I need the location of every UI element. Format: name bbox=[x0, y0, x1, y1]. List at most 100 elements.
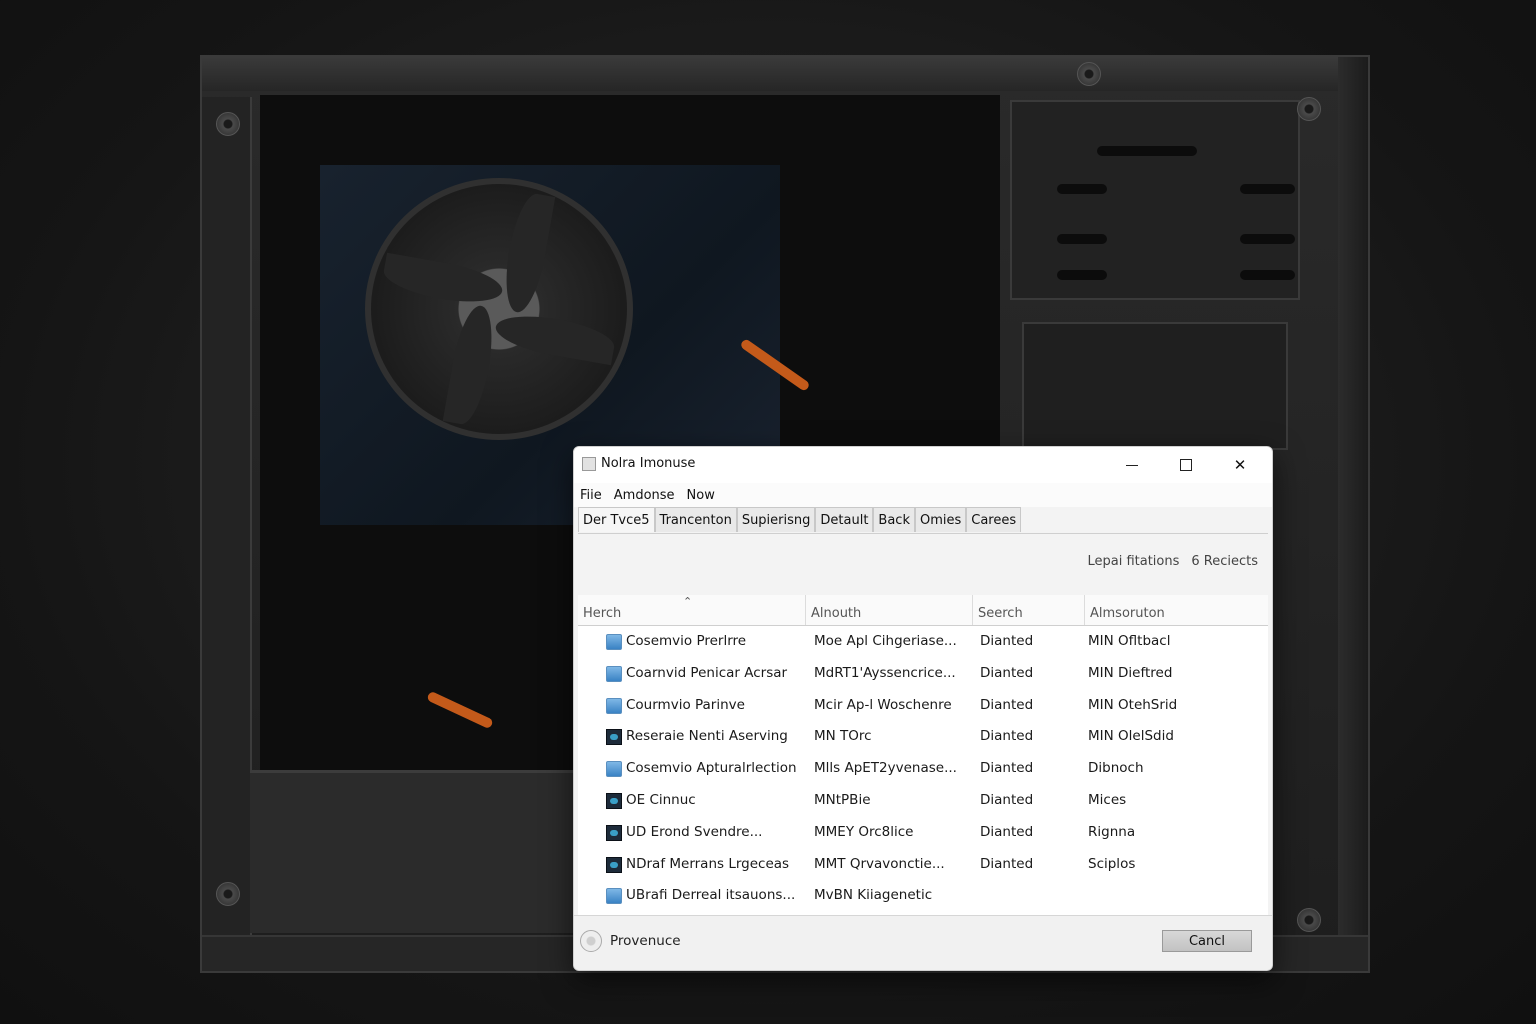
row-name: Courmvio Parinve bbox=[626, 696, 745, 713]
row-alnouth: MMT Qrvavonctie... bbox=[814, 855, 945, 872]
row-almsoruton: MIN OtehSrid bbox=[1088, 696, 1178, 713]
blue-app-icon bbox=[606, 634, 622, 650]
row-almsoruton: MIN OlelSdid bbox=[1088, 728, 1174, 745]
case-left-panel bbox=[202, 97, 252, 941]
case-top-panel bbox=[202, 57, 1338, 91]
table-row[interactable]: Coarnvid Penicar Acrsar MdRT1'Ayssencric… bbox=[578, 658, 1268, 690]
column-header-almsoruton[interactable]: Almsoruton bbox=[1085, 595, 1268, 625]
table-row[interactable]: UD Erond Svendre... MMEY Orc8lice Diante… bbox=[578, 817, 1268, 849]
row-name: NDraf Merrans Lrgeceas bbox=[626, 855, 790, 872]
power-supply bbox=[250, 770, 580, 933]
settings-circle-icon[interactable] bbox=[580, 930, 602, 952]
row-almsoruton: Sciplos bbox=[1088, 855, 1136, 872]
list-header: ⌃ Herch Alnouth Seerch Almsoruton bbox=[578, 595, 1268, 626]
row-name: Cosemvio Apturalrlection bbox=[626, 760, 797, 777]
row-almsoruton: Mices bbox=[1088, 791, 1127, 808]
tab-back[interactable]: Back bbox=[873, 507, 915, 532]
tab-carees[interactable]: Carees bbox=[966, 507, 1022, 532]
tab-der-tvce5[interactable]: Der Tvce5 bbox=[578, 507, 655, 532]
dialog-window: Nolra Imonuse ✕ Fiie Amdonse Now Der Tvc… bbox=[573, 446, 1273, 971]
maximize-button[interactable] bbox=[1159, 447, 1213, 483]
row-seerch: Dianted bbox=[980, 855, 1034, 872]
row-seerch: Dianted bbox=[980, 696, 1034, 713]
row-name: UBrafi Derreal itsauons... bbox=[626, 887, 796, 904]
blue-app-icon bbox=[606, 697, 622, 714]
screw-icon bbox=[1297, 908, 1321, 932]
minimize-icon bbox=[1126, 464, 1138, 466]
menu-bar: Fiie Amdonse Now bbox=[574, 483, 1272, 507]
footer-label: Provenuce bbox=[610, 933, 681, 949]
minimize-button[interactable] bbox=[1105, 447, 1159, 483]
row-seerch: Dianted bbox=[980, 633, 1034, 649]
screw-icon bbox=[216, 112, 240, 136]
row-alnouth: MN TOrc bbox=[814, 728, 872, 745]
row-seerch: Dianted bbox=[980, 823, 1034, 840]
row-seerch: Dianted bbox=[980, 791, 1034, 808]
status-count: 6 Reciects bbox=[1191, 554, 1258, 569]
row-almsoruton: Rignna bbox=[1088, 823, 1136, 840]
tab-supierisng[interactable]: Supierisng bbox=[736, 507, 816, 532]
screw-icon bbox=[1297, 97, 1321, 121]
row-seerch: Dianted bbox=[980, 760, 1034, 777]
row-alnouth: MvBN Kiiagenetic bbox=[814, 887, 933, 904]
close-button[interactable]: ✕ bbox=[1213, 447, 1267, 483]
table-row[interactable]: Reseraie Nenti Aserving MN TOrc Dianted … bbox=[578, 721, 1268, 753]
blue-app-icon bbox=[606, 761, 622, 778]
row-name: Reseraie Nenti Aserving bbox=[626, 728, 788, 745]
tab-bar: Der Tvce5 Trancenton Supierisng Detault … bbox=[578, 507, 1268, 534]
row-seerch: Dianted bbox=[980, 664, 1034, 681]
tab-trancenton[interactable]: Trancenton bbox=[654, 507, 737, 532]
row-almsoruton: MIN Dieftred bbox=[1088, 664, 1173, 681]
table-row[interactable]: OE Cinnuc MNtPBie Dianted Mices bbox=[578, 785, 1268, 817]
dark-app-icon bbox=[606, 824, 622, 841]
menu-now[interactable]: Now bbox=[687, 488, 715, 503]
row-alnouth: Moe Apl Cihgeriase... bbox=[814, 633, 957, 649]
row-name: UD Erond Svendre... bbox=[626, 823, 763, 840]
process-list: ⌃ Herch Alnouth Seerch Almsoruton Cosemv… bbox=[578, 595, 1268, 916]
status-line: Lepai fitations 6 Reciects bbox=[1087, 554, 1258, 569]
sort-arrow-icon: ⌃ bbox=[683, 595, 693, 608]
drive-bay bbox=[1010, 100, 1300, 300]
maximize-icon bbox=[1180, 459, 1192, 471]
column-header-herch[interactable]: ⌃ Herch bbox=[578, 595, 806, 625]
list-rows: Cosemvio Prerlrre Moe Apl Cihgeriase... … bbox=[578, 626, 1268, 912]
row-name: Cosemvio Prerlrre bbox=[626, 633, 747, 649]
row-alnouth: Mlls ApET2yvenase... bbox=[814, 760, 957, 777]
status-left: Lepai fitations bbox=[1087, 554, 1180, 569]
column-header-alnouth[interactable]: Alnouth bbox=[806, 595, 973, 625]
table-row[interactable]: Courmvio Parinve Mcir Ap-l Woschenre Dia… bbox=[578, 690, 1268, 722]
row-alnouth: MdRT1'Ayssencrice... bbox=[814, 664, 956, 681]
table-row[interactable]: UBrafi Derreal itsauons... MvBN Kiiagene… bbox=[578, 880, 1268, 912]
blue-app-icon bbox=[606, 665, 622, 682]
row-almsoruton: Dibnoch bbox=[1088, 760, 1144, 777]
menu-file[interactable]: Fiie bbox=[580, 488, 602, 503]
row-almsoruton: MIN Ofltbacl bbox=[1088, 633, 1171, 649]
window-title: Nolra Imonuse bbox=[601, 456, 696, 471]
dark-app-icon bbox=[606, 729, 622, 746]
tab-omies[interactable]: Omies bbox=[914, 507, 967, 532]
table-row[interactable]: NDraf Merrans Lrgeceas MMT Qrvavonctie..… bbox=[578, 849, 1268, 881]
table-row[interactable]: Cosemvio Apturalrlection Mlls ApET2yvena… bbox=[578, 753, 1268, 785]
blue-app-icon bbox=[606, 888, 622, 905]
row-name: OE Cinnuc bbox=[626, 791, 696, 808]
cpu-fan-icon bbox=[365, 178, 633, 440]
close-icon: ✕ bbox=[1233, 456, 1247, 474]
table-row[interactable]: Cosemvio Prerlrre Moe Apl Cihgeriase... … bbox=[578, 626, 1268, 658]
screw-icon bbox=[216, 882, 240, 906]
menu-amdonse[interactable]: Amdonse bbox=[614, 488, 675, 503]
app-icon bbox=[582, 457, 596, 471]
row-alnouth: MNtPBie bbox=[814, 791, 871, 808]
row-alnouth: Mcir Ap-l Woschenre bbox=[814, 696, 952, 713]
title-bar[interactable]: Nolra Imonuse ✕ bbox=[574, 447, 1272, 483]
dialog-footer: Provenuce Cancl bbox=[574, 915, 1272, 970]
drive-cage bbox=[1022, 322, 1288, 450]
row-seerch: Dianted bbox=[980, 728, 1034, 745]
dark-app-icon bbox=[606, 856, 622, 873]
tab-detault[interactable]: Detault bbox=[815, 507, 874, 532]
screw-icon bbox=[1077, 62, 1101, 86]
column-header-seerch[interactable]: Seerch bbox=[973, 595, 1085, 625]
row-alnouth: MMEY Orc8lice bbox=[814, 823, 914, 840]
row-name: Coarnvid Penicar Acrsar bbox=[626, 664, 788, 681]
cancel-button[interactable]: Cancl bbox=[1162, 930, 1252, 952]
case-right-panel bbox=[1338, 57, 1368, 971]
